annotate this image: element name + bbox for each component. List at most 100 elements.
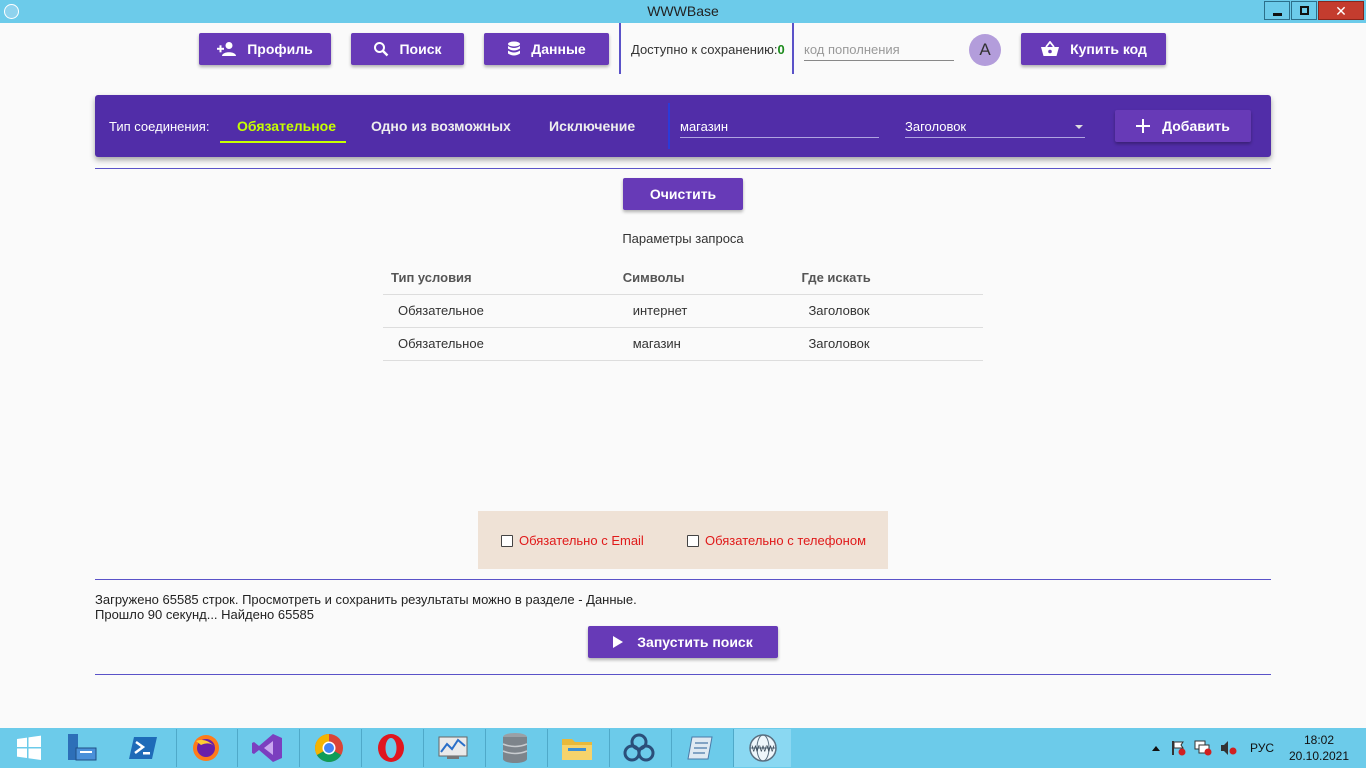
svg-text:WWW: WWW bbox=[751, 745, 774, 754]
action-center-flag-icon[interactable] bbox=[1170, 740, 1186, 756]
close-button[interactable]: ✕ bbox=[1318, 1, 1364, 20]
visual-studio-icon bbox=[251, 734, 282, 762]
add-label: Добавить bbox=[1162, 118, 1230, 134]
opera-icon bbox=[377, 734, 404, 762]
notepad-icon bbox=[686, 736, 713, 760]
taskbar-database[interactable] bbox=[485, 729, 543, 767]
filter-options: Обязательно с Email Обязательно с телефо… bbox=[478, 511, 888, 569]
table-cell: Обязательное bbox=[383, 326, 615, 361]
table-cell: Заголовок bbox=[786, 293, 983, 327]
available-label: Доступно к сохранению: bbox=[631, 42, 778, 57]
search-label: Поиск bbox=[399, 41, 442, 57]
taskbar-visual-studio[interactable] bbox=[237, 729, 295, 767]
maximize-icon bbox=[1299, 6, 1309, 15]
search-field-value: Заголовок bbox=[905, 119, 967, 134]
avatar[interactable]: A bbox=[969, 34, 1001, 66]
tab-required[interactable]: Обязательное bbox=[237, 118, 336, 134]
taskbar-clock[interactable]: 18:02 20.10.2021 bbox=[1288, 732, 1350, 764]
close-icon: ✕ bbox=[1335, 2, 1347, 19]
clock-date: 20.10.2021 bbox=[1288, 749, 1350, 763]
column-header: Где искать bbox=[801, 270, 871, 286]
divider bbox=[95, 168, 1271, 169]
taskbar-notepad[interactable] bbox=[671, 729, 729, 767]
taskbar-network-app[interactable] bbox=[609, 729, 667, 767]
require-email-checkbox[interactable]: Обязательно с Email bbox=[501, 533, 644, 548]
query-input[interactable] bbox=[680, 115, 879, 138]
dropdown-caret-icon bbox=[1075, 125, 1083, 129]
query-params-table: Тип условия Символы Где искать Обязатель… bbox=[383, 262, 983, 361]
data-label: Данные bbox=[531, 41, 586, 57]
firefox-icon bbox=[192, 735, 219, 761]
tab-exclusion[interactable]: Исключение bbox=[549, 118, 635, 134]
status-loaded: Загружено 65585 строк. Просмотреть и сох… bbox=[95, 592, 637, 607]
connection-type-label: Тип соединения: bbox=[109, 119, 210, 134]
run-search-label: Запустить поиск bbox=[637, 634, 753, 650]
tray-expand-icon[interactable] bbox=[1152, 745, 1160, 751]
add-condition-button[interactable]: Добавить bbox=[1115, 110, 1251, 142]
search-icon bbox=[374, 42, 389, 57]
database-icon bbox=[508, 41, 521, 56]
search-button[interactable]: Поиск bbox=[351, 33, 464, 65]
topup-code-input[interactable] bbox=[804, 38, 954, 61]
start-icon bbox=[17, 735, 41, 760]
volume-muted-icon[interactable] bbox=[1220, 740, 1238, 756]
profile-button[interactable]: Профиль bbox=[199, 33, 331, 65]
run-search-button[interactable]: Запустить поиск bbox=[588, 626, 778, 658]
checkbox-icon bbox=[687, 534, 699, 547]
maximize-button[interactable] bbox=[1291, 1, 1317, 20]
input-language[interactable]: РУС bbox=[1250, 741, 1274, 755]
window-title: WWWBase bbox=[647, 3, 719, 19]
server-manager-icon bbox=[68, 734, 97, 761]
table-row[interactable]: Обязательное интернет Заголовок bbox=[383, 293, 983, 327]
buy-code-label: Купить код bbox=[1070, 41, 1147, 57]
table-row[interactable]: Обязательное магазин Заголовок bbox=[383, 326, 983, 361]
play-icon bbox=[613, 636, 624, 648]
require-phone-label: Обязательно с телефоном bbox=[705, 533, 867, 548]
buy-code-button[interactable]: Купить код bbox=[1021, 33, 1166, 65]
data-button[interactable]: Данные bbox=[484, 33, 609, 65]
taskbar-opera[interactable] bbox=[361, 729, 419, 767]
powershell-icon bbox=[129, 737, 157, 759]
taskbar-server-manager[interactable] bbox=[52, 729, 110, 767]
basket-icon bbox=[1041, 41, 1060, 56]
taskbar-file-explorer[interactable] bbox=[547, 729, 605, 767]
start-button[interactable] bbox=[0, 729, 58, 767]
table-header-row: Тип условия Символы Где искать bbox=[383, 262, 983, 294]
available-count: 0 bbox=[777, 42, 785, 57]
toolbar-divider bbox=[792, 23, 794, 74]
clear-button[interactable]: Очистить bbox=[623, 178, 743, 210]
taskbar-performance-monitor[interactable] bbox=[423, 729, 481, 767]
require-phone-checkbox[interactable]: Обязательно с телефоном bbox=[687, 533, 866, 548]
available-to-save: Доступно к сохранению:0 bbox=[631, 42, 785, 57]
active-tab-indicator bbox=[220, 141, 346, 143]
table-cell: интернет bbox=[614, 293, 787, 327]
database-icon bbox=[502, 733, 527, 763]
minimize-button[interactable] bbox=[1264, 1, 1290, 20]
checkbox-icon bbox=[501, 534, 513, 547]
query-params-title: Параметры запроса bbox=[622, 231, 744, 246]
add-person-icon bbox=[217, 42, 237, 56]
taskbar-firefox[interactable] bbox=[176, 729, 234, 767]
taskbar-wwwbase[interactable]: WWW bbox=[733, 729, 791, 767]
toolbar-divider bbox=[619, 23, 621, 74]
wwwbase-icon: WWW bbox=[748, 734, 777, 762]
system-tray: РУС bbox=[1152, 728, 1274, 768]
taskbar-chrome[interactable] bbox=[299, 729, 357, 767]
table-cell: Заголовок bbox=[786, 326, 983, 361]
taskbar-powershell[interactable] bbox=[114, 729, 172, 767]
column-header: Тип условия bbox=[391, 270, 472, 286]
minimize-icon bbox=[1272, 12, 1282, 16]
divider bbox=[95, 674, 1271, 675]
title-bar: WWWBase ✕ bbox=[0, 0, 1366, 23]
chrome-icon bbox=[314, 734, 343, 762]
clear-label: Очистить bbox=[649, 186, 717, 202]
tab-one-of[interactable]: Одно из возможных bbox=[371, 118, 511, 134]
taskbar: WWW РУС 18:02 20.10.2021 bbox=[0, 728, 1366, 768]
network-app-icon bbox=[623, 733, 654, 762]
table-cell: Обязательное bbox=[383, 293, 615, 327]
performance-monitor-icon bbox=[438, 736, 467, 759]
profile-label: Профиль bbox=[247, 41, 313, 57]
search-field-select[interactable]: Заголовок bbox=[905, 115, 1085, 138]
plus-icon bbox=[1136, 119, 1151, 133]
network-status-icon[interactable] bbox=[1194, 740, 1212, 756]
